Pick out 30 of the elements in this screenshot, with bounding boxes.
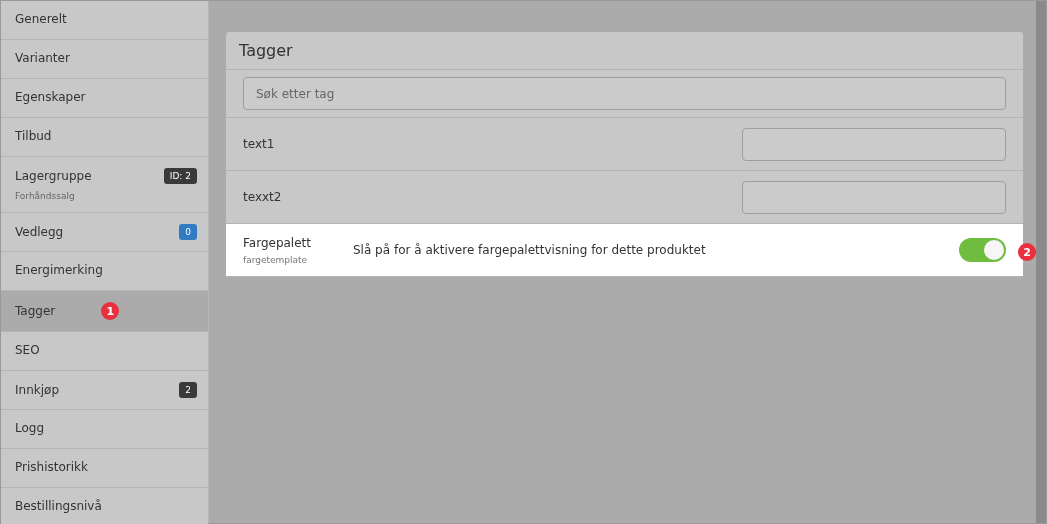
item-label: Varianter — [15, 51, 70, 65]
item-label: Logg — [15, 421, 45, 435]
toggle-switch[interactable] — [959, 238, 1006, 262]
item-label: SEO — [15, 343, 40, 357]
item-label: Generelt — [15, 12, 67, 26]
item-label: Bestillingsnivå — [15, 499, 102, 513]
item-label: Tagger — [15, 304, 56, 318]
search-field[interactable]: Søk etter tag — [243, 77, 1006, 110]
item-label: Lagergruppe — [15, 169, 92, 183]
tag-input[interactable] — [742, 127, 1006, 161]
count-badge: 2 — [179, 382, 197, 398]
tag-label: Fargepalett — [243, 235, 312, 250]
item-label: Egenskaper — [15, 90, 86, 104]
tag-input[interactable] — [742, 180, 1006, 214]
step-marker: 2 — [1018, 243, 1036, 261]
tag-description: Slå på for å aktivere fargepalettvisning for dette produktet — [353, 243, 707, 257]
item-label: Innkjøp — [15, 383, 59, 397]
item-label: Energimerking — [15, 263, 103, 277]
count-badge: 0 — [179, 224, 197, 240]
item-label: Prishistorikk — [15, 460, 88, 474]
tag-label: text1 — [243, 137, 276, 151]
sidebar-item[interactable]: Tagger 1 — [1, 291, 208, 332]
tag-label: texxt2 — [243, 190, 283, 204]
item-label: Vedlegg — [15, 225, 64, 239]
item-sublabel: Forhåndssalg — [15, 191, 76, 201]
item-label: Tilbud — [15, 129, 52, 143]
step-marker: 1 — [101, 302, 120, 320]
panel-title: Tagger — [239, 41, 293, 60]
count-badge: ID: 2 — [163, 168, 197, 184]
tag-sublabel: fargetemplate — [243, 254, 309, 265]
